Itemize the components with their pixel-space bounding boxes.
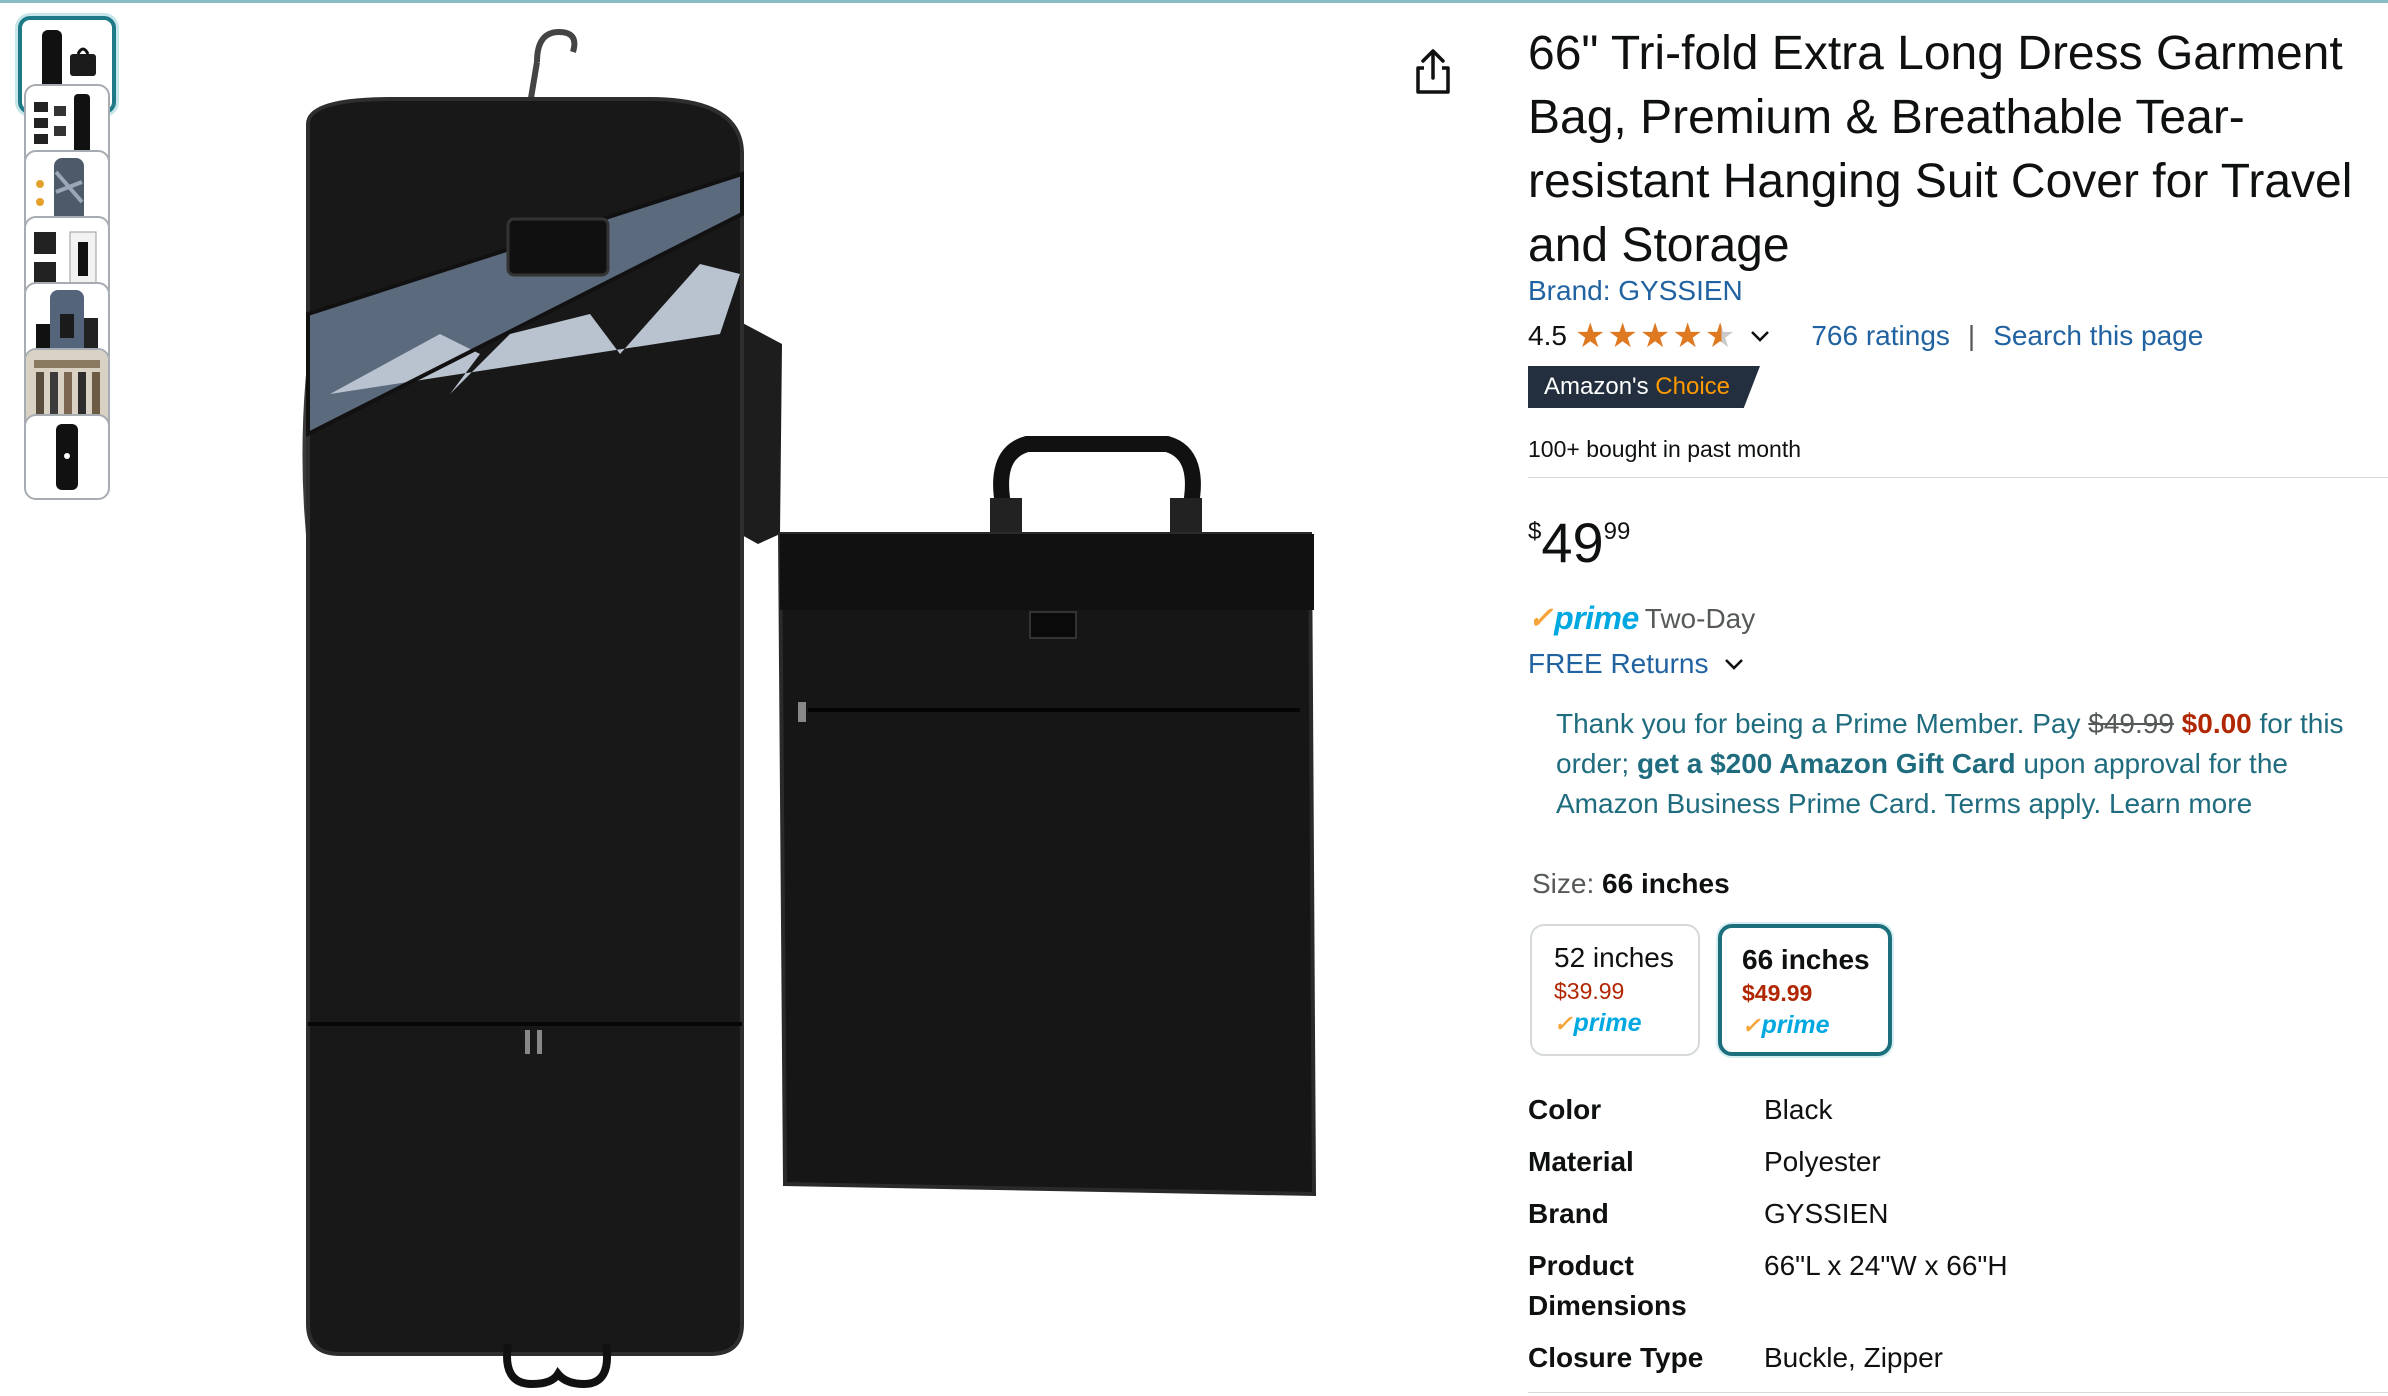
promo-gift-card: get a $200 Amazon Gift Card — [1636, 748, 2016, 779]
choice-word: Choice — [1655, 373, 1731, 400]
size-option-52[interactable]: 52 inches $39.99 ✓prime — [1530, 924, 1700, 1056]
prime-logo: prime — [1573, 1009, 1642, 1037]
promo-space — [2174, 708, 2182, 739]
promo-text-1: Thank you for being a Prime Member. Pay — [1556, 708, 2089, 739]
spec-value: Buckle, Zipper — [1764, 1342, 1943, 1373]
size-option-price: $49.99 — [1742, 980, 1813, 1006]
check-icon: ✓ — [1742, 1013, 1761, 1038]
search-this-page-link[interactable]: Search this page — [1993, 320, 2203, 352]
price-symbol: $ — [1528, 518, 1542, 545]
spec-key: Product Dimensions — [1528, 1250, 1687, 1321]
spec-value: GYSSIEN — [1764, 1198, 1889, 1229]
prime-logo: prime — [1761, 1011, 1830, 1039]
star-icon: ★ — [1639, 317, 1671, 355]
free-returns-link[interactable]: FREE Returns — [1528, 648, 1745, 680]
choice-prefix: Amazon's — [1544, 373, 1649, 400]
size-option-price: $39.99 — [1554, 978, 1625, 1004]
size-option-name: 52 inches — [1554, 942, 1674, 973]
rating-value: 4.5 — [1528, 320, 1567, 351]
promo-free-price: $0.00 — [2181, 708, 2252, 739]
spec-value: Black — [1764, 1094, 1833, 1125]
size-option-name: 66 inches — [1742, 944, 1870, 975]
separator: | — [1967, 320, 1976, 351]
spec-key: Material — [1528, 1146, 1634, 1177]
check-icon: ✓ — [1554, 1011, 1573, 1036]
prime-delivery: ✓ prime Two-Day — [1528, 600, 1755, 637]
size-option-66[interactable]: 66 inches $49.99 ✓prime — [1718, 924, 1892, 1056]
spec-key: Color — [1528, 1094, 1602, 1125]
delivery-speed: Two-Day — [1644, 602, 1756, 634]
promo-strike-price: $49.99 — [2088, 708, 2174, 739]
rating-row: 4.5 ★ ★ ★ ★ ★ 766 ratings | Search this … — [1528, 314, 2203, 358]
size-option-prime: ✓prime — [1554, 1006, 1698, 1041]
size-label-text: Size: — [1532, 868, 1595, 899]
star-icon: ★ — [1607, 317, 1638, 355]
product-title: 66" Tri-fold Extra Long Dress Garment Ba… — [1528, 27, 2353, 272]
spec-value: 66"L x 24"W x 66"H — [1764, 1250, 2008, 1281]
learn-more-link[interactable]: Learn more — [2109, 788, 2252, 819]
divider — [1528, 1392, 2388, 1393]
check-icon: ✓ — [1528, 602, 1554, 635]
spec-key: Brand — [1528, 1198, 1609, 1229]
size-selected: 66 inches — [1602, 868, 1730, 899]
ratings-count-link[interactable]: 766 ratings — [1811, 320, 1950, 352]
half-star-icon: ★ — [1704, 317, 1736, 355]
star-rating[interactable]: ★ ★ ★ ★ ★ — [1575, 319, 1735, 353]
divider — [1528, 477, 2388, 478]
bought-count: 100+ bought in past month — [1528, 436, 1802, 462]
main-product-image[interactable] — [250, 14, 1360, 1394]
size-option-prime: ✓prime — [1742, 1008, 1888, 1043]
amazons-choice-badge[interactable]: Amazon's Choice — [1528, 366, 1760, 408]
free-returns-label: FREE Returns — [1528, 648, 1709, 679]
size-label: Size: 66 inches — [1532, 868, 1730, 900]
chevron-down-icon[interactable] — [1749, 325, 1771, 347]
chevron-down-icon — [1724, 659, 1743, 670]
prime-card-promo[interactable]: Thank you for being a Prime Member. Pay … — [1556, 704, 2376, 824]
price-fraction: 99 — [1603, 518, 1631, 545]
share-icon[interactable] — [1410, 46, 1456, 98]
star-icon: ★ — [1672, 317, 1703, 355]
price: $4999 — [1528, 510, 1631, 574]
brand-link[interactable]: Brand: GYSSIEN — [1528, 275, 1743, 307]
thumbnail-7[interactable] — [24, 414, 110, 500]
spec-value: Polyester — [1764, 1146, 1881, 1177]
prime-logo: prime — [1554, 600, 1639, 636]
top-accent-line — [0, 0, 2388, 3]
spec-key: Closure Type — [1528, 1342, 1704, 1373]
star-icon: ★ — [1574, 317, 1606, 355]
price-whole: 49 — [1541, 511, 1604, 574]
